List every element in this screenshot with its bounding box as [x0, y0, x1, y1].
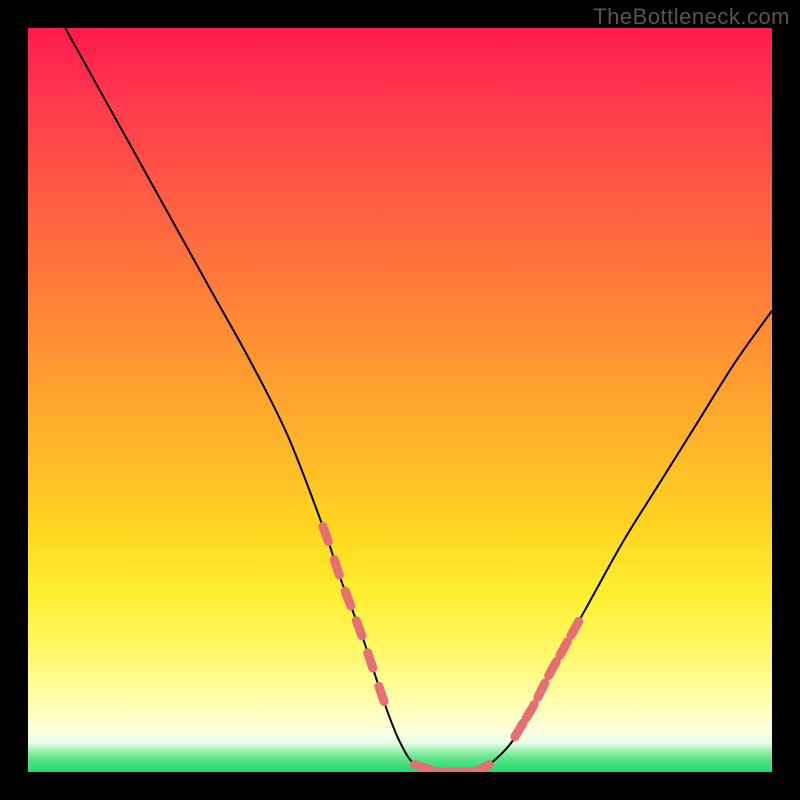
marker-dot — [526, 704, 534, 718]
marker-dot — [379, 686, 384, 701]
curve-layer — [28, 28, 772, 772]
marker-dot — [538, 683, 545, 697]
v-curve — [65, 28, 772, 772]
marker-dot — [515, 723, 523, 737]
marker-dot — [323, 526, 328, 541]
marker-dot — [368, 653, 373, 668]
marker-dot — [475, 765, 489, 772]
marker-dot — [334, 560, 339, 575]
marker-dot — [549, 662, 557, 676]
marker-dot — [345, 591, 351, 606]
chart-frame: TheBottleneck.com — [0, 0, 800, 800]
marker-dot — [356, 621, 362, 636]
curve-path — [65, 28, 772, 772]
marker-dot — [560, 642, 568, 656]
watermark-text: TheBottleneck.com — [593, 4, 790, 30]
plot-area — [28, 28, 772, 772]
marker-dots — [323, 526, 579, 772]
marker-dot — [571, 621, 579, 635]
